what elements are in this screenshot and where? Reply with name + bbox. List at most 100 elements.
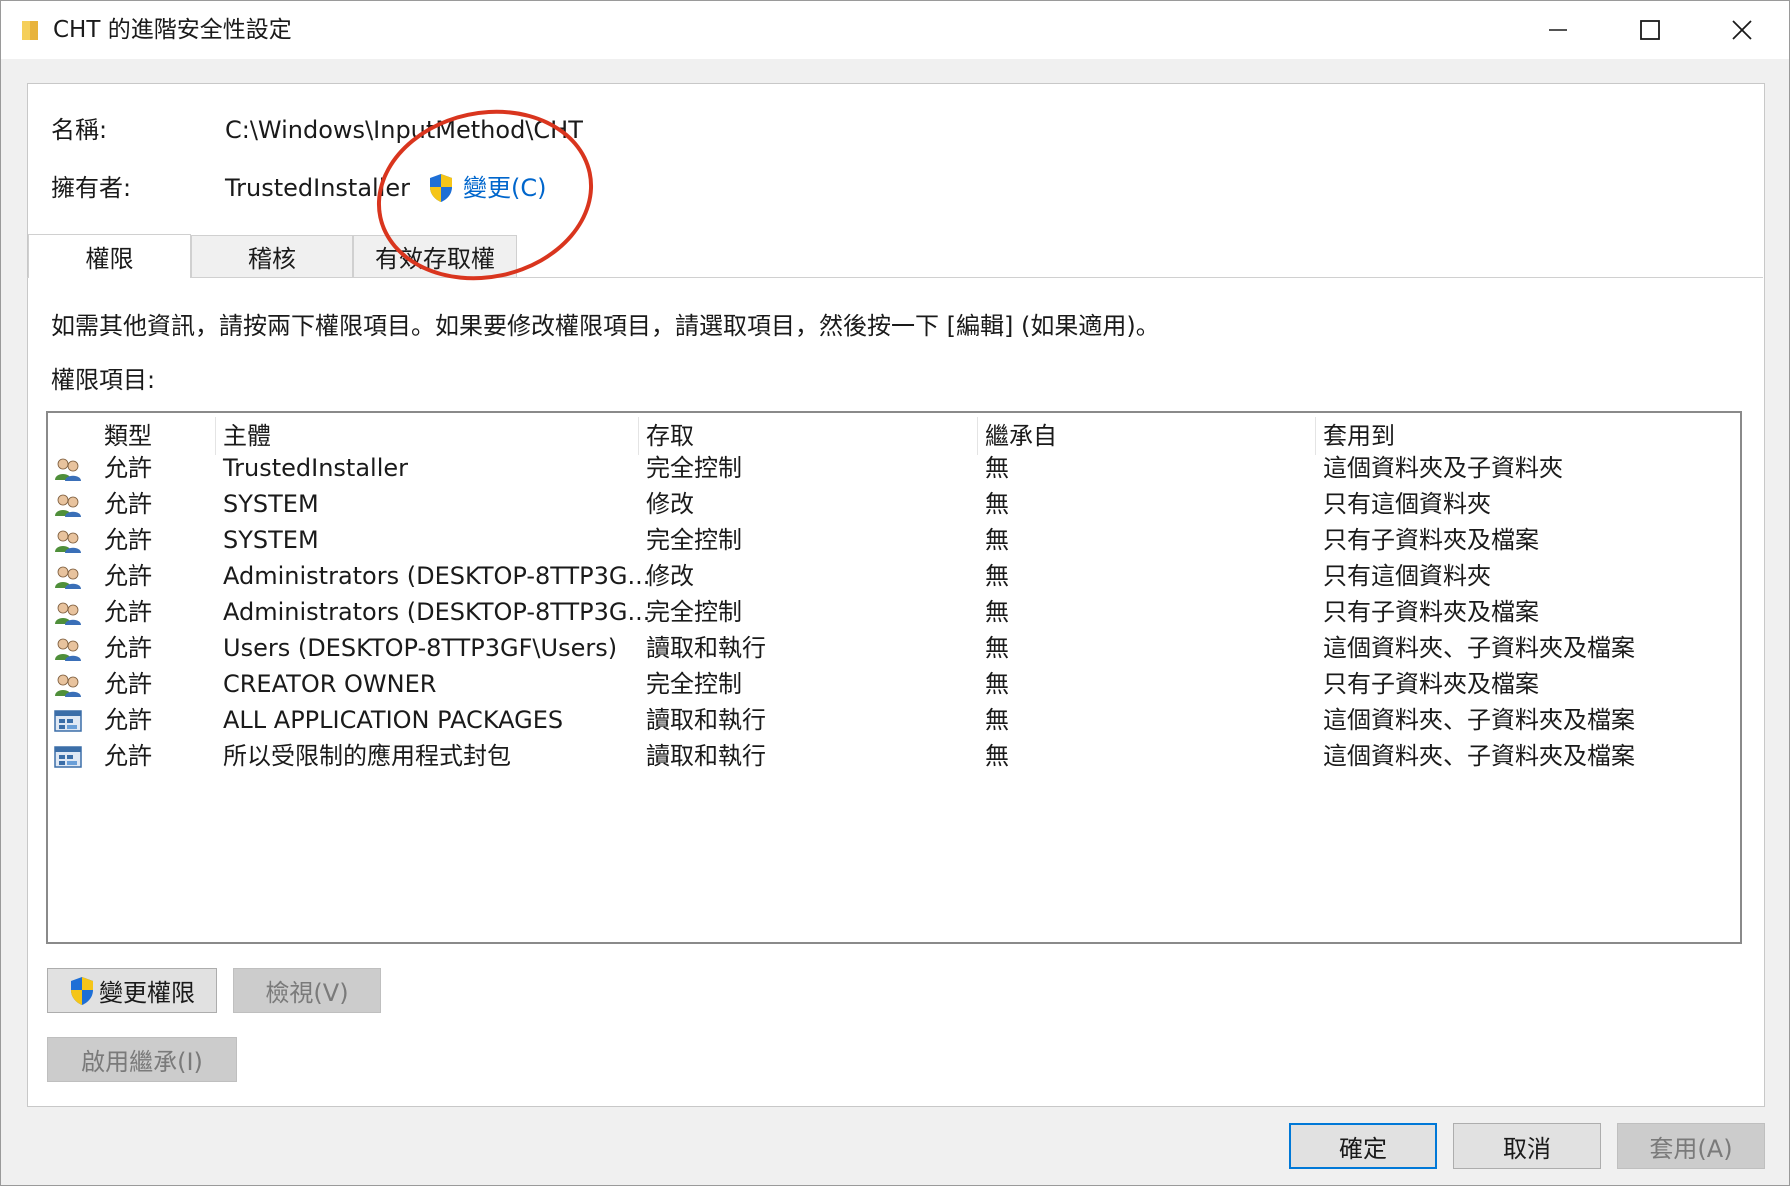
cell-applies-to: 只有子資料夾及檔案 xyxy=(1323,670,1539,698)
cell-access: 讀取和執行 xyxy=(646,706,766,734)
cell-inherited-from: 無 xyxy=(985,454,1009,482)
cell-applies-to: 只有子資料夾及檔案 xyxy=(1323,526,1539,554)
cell-inherited-from: 無 xyxy=(985,670,1009,698)
cell-applies-to: 這個資料夾、子資料夾及檔案 xyxy=(1323,634,1635,662)
cell-type: 允許 xyxy=(104,562,152,590)
maximize-button[interactable] xyxy=(1604,1,1696,59)
tab-permissions[interactable]: 權限 xyxy=(28,234,191,278)
uac-shield-icon xyxy=(71,976,93,1005)
cell-principal: SYSTEM xyxy=(223,490,319,518)
cell-type: 允許 xyxy=(104,526,152,554)
cell-inherited-from: 無 xyxy=(985,598,1009,626)
cell-principal: Administrators (DESKTOP-8TTP3G... xyxy=(223,562,651,590)
cell-access: 完全控制 xyxy=(646,598,742,626)
user-group-icon xyxy=(55,638,81,661)
cell-access: 完全控制 xyxy=(646,526,742,554)
cell-access: 完全控制 xyxy=(646,454,742,482)
user-group-icon xyxy=(55,530,81,553)
entries-label: 權限項目: xyxy=(51,366,156,394)
window-title: CHT 的進階安全性設定 xyxy=(53,17,292,43)
change-permissions-label: 變更權限 xyxy=(99,979,195,1007)
table-row[interactable]: 允許 Administrators (DESKTOP-8TTP3G... 完全控制 無… xyxy=(48,595,1740,631)
table-row[interactable]: 允許 SYSTEM 修改 無 只有這個資料夾 xyxy=(48,487,1740,523)
cell-applies-to: 這個資料夾、子資料夾及檔案 xyxy=(1323,706,1635,734)
cell-applies-to: 只有子資料夾及檔案 xyxy=(1323,598,1539,626)
uac-shield-icon xyxy=(430,174,452,202)
change-permissions-button[interactable]: 變更權限 xyxy=(47,968,217,1013)
cell-principal: Administrators (DESKTOP-8TTP3G... xyxy=(223,598,651,626)
cell-access: 修改 xyxy=(646,562,694,590)
table-row[interactable]: 允許 所以受限制的應用程式封包 讀取和執行 無 這個資料夾、子資料夾及檔案 xyxy=(48,739,1740,775)
user-group-icon xyxy=(55,674,81,697)
cell-principal: TrustedInstaller xyxy=(223,454,409,482)
cell-type: 允許 xyxy=(104,454,152,482)
cell-access: 讀取和執行 xyxy=(646,742,766,770)
cell-principal: SYSTEM xyxy=(223,526,319,554)
minimize-button[interactable] xyxy=(1512,1,1604,59)
cell-principal: 所以受限制的應用程式封包 xyxy=(223,742,511,770)
cell-type: 允許 xyxy=(104,634,152,662)
cell-inherited-from: 無 xyxy=(985,526,1009,554)
enable-inheritance-button[interactable]: 啟用繼承(I) xyxy=(47,1037,237,1082)
table-row[interactable]: 允許 SYSTEM 完全控制 無 只有子資料夾及檔案 xyxy=(48,523,1740,559)
apply-button[interactable]: 套用(A) xyxy=(1617,1123,1765,1169)
table-row[interactable]: 允許 Users (DESKTOP-8TTP3GF\Users) 讀取和執行 無 這個資… xyxy=(48,631,1740,667)
column-separator[interactable] xyxy=(638,417,639,455)
cell-access: 修改 xyxy=(646,490,694,518)
folder-icon xyxy=(22,21,38,40)
user-group-icon xyxy=(55,494,81,517)
owner-label: 擁有者: xyxy=(51,174,132,202)
user-group-icon xyxy=(55,458,81,481)
cell-access: 讀取和執行 xyxy=(646,634,766,662)
app-package-icon xyxy=(54,710,82,732)
cell-inherited-from: 無 xyxy=(985,490,1009,518)
cell-access: 完全控制 xyxy=(646,670,742,698)
cell-inherited-from: 無 xyxy=(985,562,1009,590)
close-button[interactable] xyxy=(1696,1,1788,59)
tab-divider xyxy=(27,277,1763,278)
column-header-applies-to[interactable]: 套用到 xyxy=(1323,421,1395,451)
cell-inherited-from: 無 xyxy=(985,706,1009,734)
cell-principal: CREATOR OWNER xyxy=(223,670,437,698)
cell-applies-to: 這個資料夾及子資料夾 xyxy=(1323,454,1563,482)
maximize-icon xyxy=(1640,20,1660,40)
column-header-type[interactable]: 類型 xyxy=(104,421,152,451)
cell-principal: ALL APPLICATION PACKAGES xyxy=(223,706,564,734)
cell-inherited-from: 無 xyxy=(985,742,1009,770)
cell-type: 允許 xyxy=(104,706,152,734)
column-separator[interactable] xyxy=(977,417,978,455)
permission-entries-list[interactable]: 類型 主體 存取 繼承自 套用到 允許 TrustedInstaller 完全控制無… xyxy=(46,411,1742,944)
name-label: 名稱: xyxy=(51,116,108,144)
column-separator[interactable] xyxy=(1315,417,1316,455)
app-package-icon xyxy=(54,746,82,768)
user-group-icon xyxy=(55,602,81,625)
table-row[interactable]: 允許 CREATOR OWNER 完全控制 無 只有子資料夾及檔案 xyxy=(48,667,1740,703)
view-button[interactable]: 檢視(V) xyxy=(233,968,381,1013)
close-icon xyxy=(1732,20,1752,40)
name-value: C:\Windows\InputMethod\CHT xyxy=(225,116,583,144)
cell-principal: Users (DESKTOP-8TTP3GF\Users) xyxy=(223,634,618,662)
change-owner-link[interactable]: 變更(C) xyxy=(463,173,546,203)
instructions-text: 如需其他資訊，請按兩下權限項目。如果要修改權限項目，請選取項目，然後按一下 [編… xyxy=(51,312,1160,340)
cell-applies-to: 這個資料夾、子資料夾及檔案 xyxy=(1323,742,1635,770)
title-bar: CHT 的進階安全性設定 xyxy=(1,1,1789,59)
table-row[interactable]: 允許 Administrators (DESKTOP-8TTP3G... 修改 無 只有… xyxy=(48,559,1740,595)
table-row[interactable]: 允許 ALL APPLICATION PACKAGES 讀取和執行 無 這個資料夾、子資… xyxy=(48,703,1740,739)
cell-type: 允許 xyxy=(104,742,152,770)
ok-button[interactable]: 確定 xyxy=(1289,1123,1437,1169)
cell-applies-to: 只有這個資料夾 xyxy=(1323,562,1491,590)
table-row[interactable]: 允許 TrustedInstaller 完全控制 無 這個資料夾及子資料夾 xyxy=(48,451,1740,487)
cell-type: 允許 xyxy=(104,598,152,626)
column-header-inherited-from[interactable]: 繼承自 xyxy=(985,421,1057,451)
cell-type: 允許 xyxy=(104,490,152,518)
column-header-access[interactable]: 存取 xyxy=(646,421,694,451)
tab-effective-access[interactable]: 有效存取權 xyxy=(353,235,517,277)
advanced-security-dialog: CHT 的進階安全性設定 名稱: C:\Windows\InputMethod\… xyxy=(0,0,1790,1186)
column-header-principal[interactable]: 主體 xyxy=(223,421,271,451)
minimize-icon xyxy=(1549,29,1567,31)
column-separator[interactable] xyxy=(215,417,216,455)
cell-applies-to: 只有這個資料夾 xyxy=(1323,490,1491,518)
tab-auditing[interactable]: 稽核 xyxy=(191,235,353,277)
owner-value: TrustedInstaller xyxy=(225,174,411,202)
cancel-button[interactable]: 取消 xyxy=(1453,1123,1601,1169)
